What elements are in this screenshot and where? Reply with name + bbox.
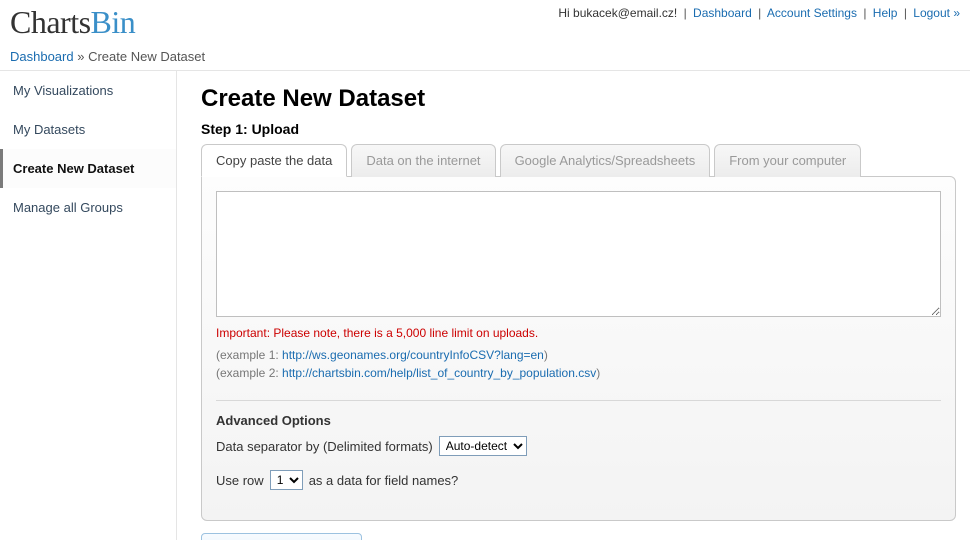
- preview-button[interactable]: Preview of your data: [201, 533, 362, 540]
- sidebar-item-label: My Visualizations: [13, 83, 113, 98]
- breadcrumb-root-link[interactable]: Dashboard: [10, 49, 74, 64]
- example2-link[interactable]: http://chartsbin.com/help/list_of_countr…: [282, 366, 596, 380]
- upload-tabs: Copy paste the data Data on the internet…: [201, 143, 956, 176]
- tab-label: Copy paste the data: [216, 153, 332, 168]
- breadcrumb-separator: »: [74, 49, 88, 64]
- tab-google-analytics[interactable]: Google Analytics/Spreadsheets: [500, 144, 711, 177]
- example2-prefix: (example 2:: [216, 366, 282, 380]
- use-row-suffix: as a data for field names?: [309, 473, 459, 488]
- separator-label: Data separator by (Delimited formats): [216, 439, 433, 454]
- nav-account-settings-link[interactable]: Account Settings: [767, 6, 857, 20]
- example1-prefix: (example 1:: [216, 348, 282, 362]
- tab-data-on-internet[interactable]: Data on the internet: [351, 144, 495, 177]
- sidebar-item-my-visualizations[interactable]: My Visualizations: [0, 71, 176, 110]
- tab-label: From your computer: [729, 153, 846, 168]
- sidebar-item-manage-all-groups[interactable]: Manage all Groups: [0, 188, 176, 227]
- greeting-user: bukacek@email.cz: [573, 6, 674, 20]
- use-row-prefix: Use row: [216, 473, 264, 488]
- sidebar-item-my-datasets[interactable]: My Datasets: [0, 110, 176, 149]
- greeting-prefix: Hi: [558, 6, 573, 20]
- advanced-options-heading: Advanced Options: [216, 413, 941, 428]
- sidebar-item-label: Manage all Groups: [13, 200, 123, 215]
- example2-suffix: ): [596, 366, 600, 380]
- separator-select[interactable]: Auto-detectCommaTabSemicolonSpace: [439, 436, 527, 456]
- use-row-select[interactable]: 12345: [270, 470, 303, 490]
- step-heading: Step 1: Upload: [201, 121, 956, 137]
- nav-help-link[interactable]: Help: [873, 6, 898, 20]
- paste-data-textarea[interactable]: [216, 191, 941, 317]
- sidebar-item-create-new-dataset[interactable]: Create New Dataset: [0, 149, 176, 188]
- example1-suffix: ): [544, 348, 548, 362]
- main-content: Create New Dataset Step 1: Upload Copy p…: [177, 71, 970, 540]
- advanced-options: Advanced Options Data separator by (Deli…: [216, 400, 941, 490]
- sidebar-item-label: My Datasets: [13, 122, 85, 137]
- upload-limit-warning: Important: Please note, there is a 5,000…: [216, 326, 941, 340]
- tab-copy-paste[interactable]: Copy paste the data: [201, 144, 347, 177]
- tab-label: Google Analytics/Spreadsheets: [515, 153, 696, 168]
- greeting-suffix: !: [674, 6, 681, 20]
- tab-panel-copy-paste: Important: Please note, there is a 5,000…: [201, 176, 956, 521]
- page-title: Create New Dataset: [201, 85, 956, 113]
- nav-dashboard-link[interactable]: Dashboard: [693, 6, 752, 20]
- sidebar: My Visualizations My Datasets Create New…: [0, 71, 177, 540]
- tab-label: Data on the internet: [366, 153, 480, 168]
- tab-from-computer[interactable]: From your computer: [714, 144, 861, 177]
- top-navigation: Hi bukacek@email.cz! | Dashboard | Accou…: [558, 4, 960, 20]
- logo-text-charts: Charts: [10, 4, 91, 40]
- example1-link[interactable]: http://ws.geonames.org/countryInfoCSV?la…: [282, 348, 544, 362]
- nav-logout-link[interactable]: Logout »: [913, 6, 960, 20]
- logo-text-bin: Bin: [91, 4, 136, 40]
- logo[interactable]: ChartsBin: [10, 4, 135, 41]
- breadcrumb-current: Create New Dataset: [88, 49, 205, 64]
- upload-examples: (example 1: http://ws.geonames.org/count…: [216, 346, 941, 382]
- breadcrumb: Dashboard » Create New Dataset: [0, 41, 970, 71]
- sidebar-item-label: Create New Dataset: [13, 161, 134, 176]
